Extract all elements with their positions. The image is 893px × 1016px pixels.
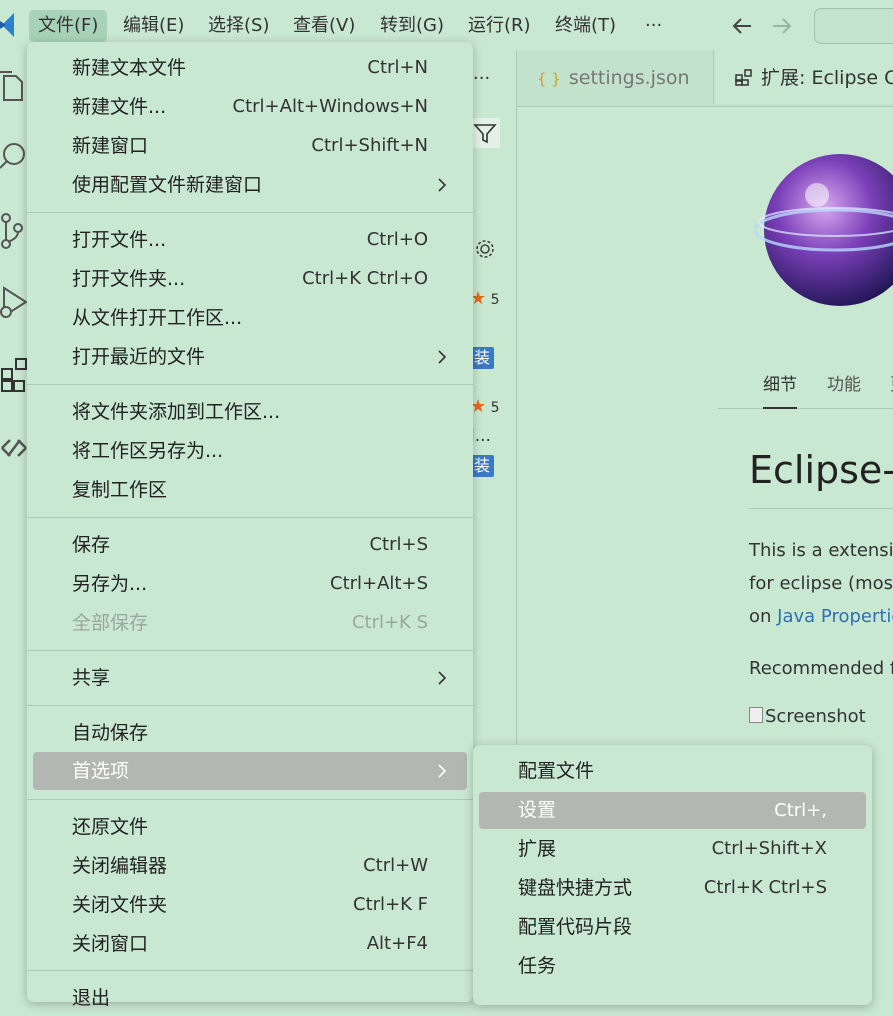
menu-item-preferences[interactable]: 首选项 (33, 752, 467, 790)
description-line-3: on Java Propertie (749, 606, 893, 627)
menu-file[interactable]: 文件(F) (29, 10, 108, 42)
tab-label: 扩展: Eclipse Co (761, 67, 893, 89)
menu-selection[interactable]: 选择(S) (199, 10, 278, 42)
submenu-item-settings[interactable]: 设置 Ctrl+, (479, 792, 866, 829)
title-divider (749, 508, 893, 509)
menu-view[interactable]: 查看(V) (284, 10, 364, 42)
menu-separator (27, 517, 473, 518)
menu-edit[interactable]: 编辑(E) (114, 10, 193, 42)
sidebar-truncated-text: l... (470, 426, 491, 446)
explorer-icon[interactable] (0, 68, 30, 108)
submenu-item-profiles[interactable]: 配置文件 (479, 753, 866, 789)
menu-separator (27, 212, 473, 213)
recommended-text: Recommended fo (749, 658, 893, 679)
menu-separator (27, 650, 473, 651)
menu-item-new-window-with-profile[interactable]: 使用配置文件新建窗口 (33, 167, 467, 203)
description-line-1: This is a extensio (749, 540, 893, 561)
tab-details[interactable]: 细节 (763, 370, 797, 409)
eclipse-logo-image (755, 154, 893, 306)
extensions-icon[interactable] (0, 355, 30, 395)
menu-item-new-window[interactable]: 新建窗口 Ctrl+Shift+N (33, 128, 467, 164)
screenshot-image: Screenshot (749, 706, 866, 727)
menu-item-save-workspace-as[interactable]: 将工作区另存为... (33, 433, 467, 469)
menu-item-save[interactable]: 保存 Ctrl+S (33, 527, 467, 563)
rating-1: ★ 5 (470, 288, 500, 309)
menu-separator (27, 705, 473, 706)
menu-separator (27, 799, 473, 800)
submenu-arrow-icon (438, 671, 447, 685)
sidebar-more-button[interactable]: ··· (473, 68, 490, 89)
submenu-item-tasks[interactable]: 任务 (479, 948, 866, 984)
menu-item-open-recent[interactable]: 打开最近的文件 (33, 339, 467, 375)
menu-item-duplicate-workspace[interactable]: 复制工作区 (33, 472, 467, 508)
menu-terminal[interactable]: 终端(T) (546, 10, 625, 42)
back-arrow-icon[interactable] (731, 16, 753, 36)
extension-detail-tabs: 细节 功能 更 (718, 360, 893, 409)
rating-2: ★ 5 (470, 396, 500, 417)
menu-goto[interactable]: 转到(G) (371, 10, 453, 42)
menu-item-open-file[interactable]: 打开文件... Ctrl+O (33, 222, 467, 258)
source-control-icon[interactable] (0, 212, 30, 252)
filter-icon[interactable] (470, 118, 500, 148)
menu-item-new-file[interactable]: 新建文件... Ctrl+Alt+Windows+N (33, 89, 467, 125)
menu-item-auto-save[interactable]: 自动保存 (33, 715, 467, 751)
menu-run[interactable]: 运行(R) (459, 10, 540, 42)
install-button-2[interactable]: 装 (470, 455, 495, 477)
gear-icon[interactable] (474, 238, 496, 260)
menu-item-close-folder[interactable]: 关闭文件夹 Ctrl+K F (33, 887, 467, 923)
tab-extension-eclipse[interactable]: 扩展: Eclipse Co (715, 50, 893, 104)
search-icon[interactable] (0, 136, 30, 176)
command-center-search[interactable] (814, 8, 893, 44)
menu-item-new-text-file[interactable]: 新建文本文件 Ctrl+N (33, 50, 467, 86)
run-debug-icon[interactable] (0, 282, 30, 322)
submenu-arrow-icon (438, 178, 447, 192)
menu-item-save-as[interactable]: 另存为... Ctrl+Alt+S (33, 566, 467, 602)
menu-item-open-folder[interactable]: 打开文件夹... Ctrl+K Ctrl+O (33, 261, 467, 297)
menu-item-close-editor[interactable]: 关闭编辑器 Ctrl+W (33, 848, 467, 884)
tab-label: settings.json (568, 67, 690, 89)
menu-separator (27, 384, 473, 385)
menu-item-add-folder-to-workspace[interactable]: 将文件夹添加到工作区... (33, 394, 467, 430)
submenu-item-extensions[interactable]: 扩展 Ctrl+Shift+X (479, 831, 866, 867)
description-line-2: for eclipse (most (749, 573, 893, 594)
extension-tab-icon (735, 69, 752, 86)
submenu-arrow-icon (438, 764, 447, 778)
menu-more[interactable]: ··· (636, 10, 671, 42)
submenu-arrow-icon (438, 350, 447, 364)
menu-item-close-window[interactable]: 关闭窗口 Alt+F4 (33, 926, 467, 962)
submenu-item-configure-snippets[interactable]: 配置代码片段 (479, 909, 866, 945)
tab-features[interactable]: 功能 (827, 370, 861, 395)
activity-bar (0, 50, 30, 996)
broken-image-icon (749, 707, 763, 723)
tab-settings-json[interactable]: { } settings.json (517, 50, 714, 104)
install-button-1[interactable]: 装 (470, 347, 495, 369)
json-file-icon: { } (537, 70, 561, 88)
menu-item-open-workspace-from-file[interactable]: 从文件打开工作区... (33, 300, 467, 336)
menu-item-exit[interactable]: 退出 (33, 980, 467, 1016)
menu-item-share[interactable]: 共享 (33, 660, 467, 696)
vscode-logo-icon[interactable] (0, 12, 14, 38)
file-menu: 新建文本文件 Ctrl+N 新建文件... Ctrl+Alt+Windows+N 新… (27, 42, 473, 1009)
preferences-submenu: 配置文件 设置 Ctrl+, 扩展 Ctrl+Shift+X 键盘快捷方式 Ctrl+… (473, 745, 872, 1005)
editor-tabs: { } settings.json 扩展: Eclipse Co (517, 50, 893, 107)
forward-arrow-icon[interactable] (771, 16, 793, 36)
menu-separator (27, 970, 473, 971)
submenu-item-keyboard-shortcuts[interactable]: 键盘快捷方式 Ctrl+K Ctrl+S (479, 870, 866, 906)
menu-item-revert-file[interactable]: 还原文件 (33, 809, 467, 845)
java-properties-link[interactable]: Java Propertie (777, 606, 893, 627)
remote-icon[interactable] (0, 428, 30, 468)
extension-title: Eclipse-I (749, 448, 893, 492)
menu-item-save-all: 全部保存 Ctrl+K S (72, 612, 428, 634)
